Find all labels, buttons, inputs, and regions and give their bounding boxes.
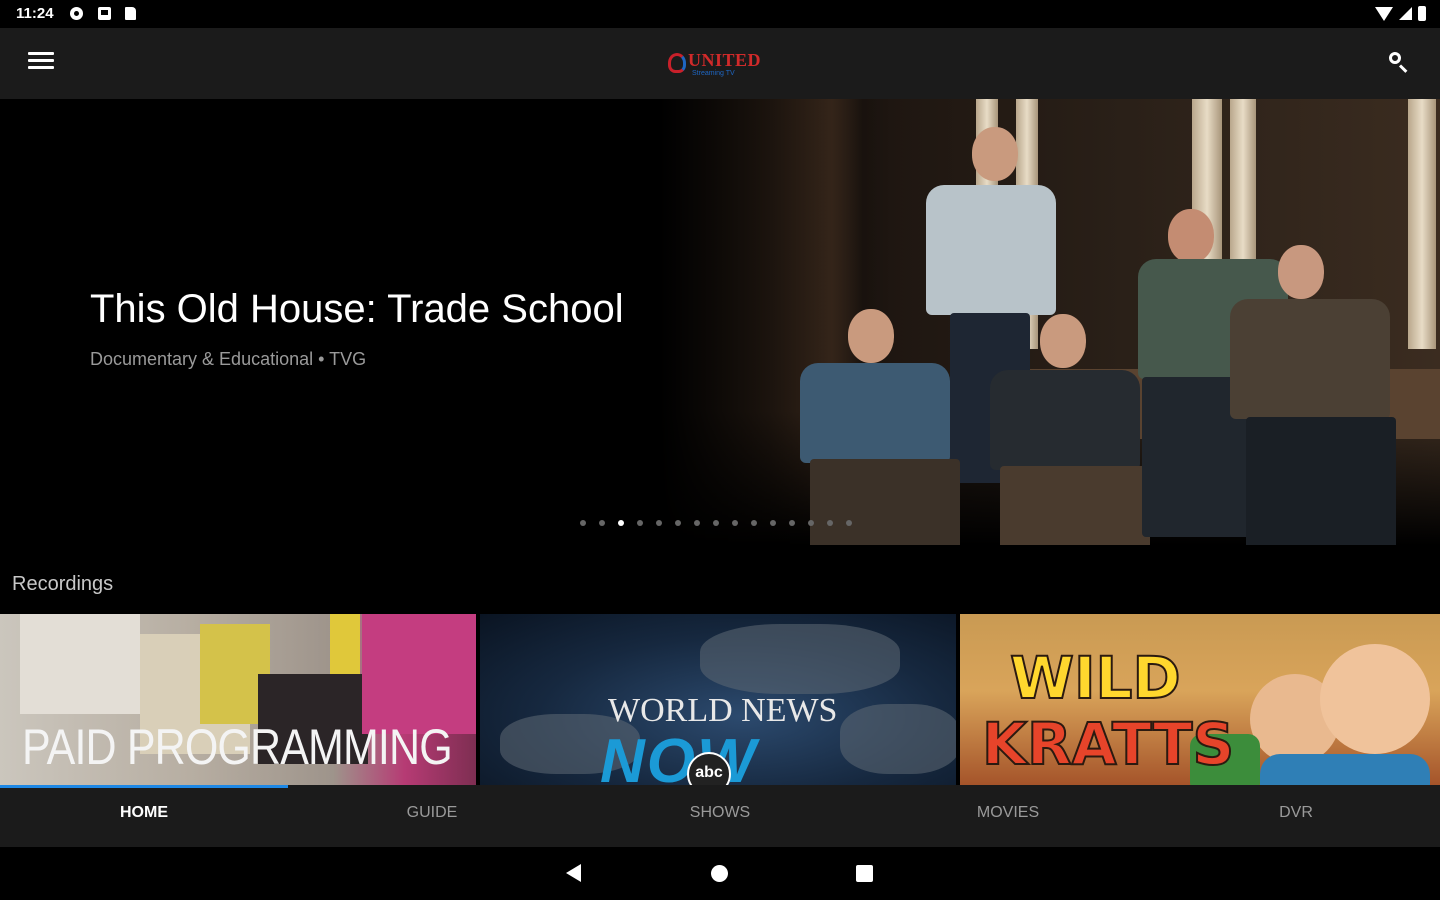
recordings-row: PAID PROGRAMMING WORLD NEWS NOW abc WILD… xyxy=(0,614,1440,785)
settings-notification-icon xyxy=(70,7,83,20)
tab-movies[interactable]: MOVIES xyxy=(864,785,1152,847)
carousel-dot[interactable] xyxy=(694,520,700,526)
hero-title: This Old House: Trade School xyxy=(90,287,624,331)
tile-title: WORLD NEWS xyxy=(608,692,838,729)
carousel-dot[interactable] xyxy=(637,520,643,526)
carousel-dot[interactable] xyxy=(732,520,738,526)
battery-icon xyxy=(1418,6,1426,21)
search-icon[interactable] xyxy=(1388,51,1412,75)
carousel-dot[interactable] xyxy=(751,520,757,526)
wifi-icon xyxy=(1375,6,1393,21)
hero-carousel[interactable]: This Old House: Trade School Documentary… xyxy=(0,99,1440,545)
carousel-dot[interactable] xyxy=(713,520,719,526)
recordings-label: Recordings xyxy=(12,573,114,595)
status-bar: 11:24 xyxy=(0,0,1440,28)
tile-title-line2: NOW xyxy=(600,727,758,785)
tab-guide[interactable]: GUIDE xyxy=(288,785,576,847)
carousel-indicator xyxy=(580,520,852,526)
cell-signal-icon xyxy=(1399,7,1412,20)
tab-shows[interactable]: SHOWS xyxy=(576,785,864,847)
bottom-navigation: HOME GUIDE SHOWS MOVIES DVR xyxy=(0,785,1440,847)
status-right-icons xyxy=(1375,6,1426,21)
tile-title-line2: KRATTS xyxy=(981,709,1235,779)
tile-title: PAID PROGRAMMING xyxy=(22,719,453,775)
home-circle-icon[interactable] xyxy=(711,865,728,882)
recording-tile-world-news-now[interactable]: WORLD NEWS NOW abc xyxy=(480,614,956,785)
hamburger-menu-icon[interactable] xyxy=(28,52,54,74)
carousel-dot[interactable] xyxy=(808,520,814,526)
app-bar: UNITED Streaming TV xyxy=(0,28,1440,99)
status-time: 11:24 xyxy=(16,5,54,22)
hero-image xyxy=(660,99,1440,545)
logo-tagline: Streaming TV xyxy=(692,70,735,77)
recents-square-icon[interactable] xyxy=(856,865,873,882)
carousel-dot[interactable] xyxy=(618,520,624,526)
carousel-dot[interactable] xyxy=(580,520,586,526)
carousel-dot[interactable] xyxy=(675,520,681,526)
logo-mark-icon xyxy=(668,53,686,73)
carousel-dot[interactable] xyxy=(789,520,795,526)
united-logo: UNITED Streaming TV xyxy=(668,48,768,80)
tile-title-line1: WILD xyxy=(1009,643,1182,713)
carousel-dot[interactable] xyxy=(599,520,605,526)
carousel-dot[interactable] xyxy=(846,520,852,526)
carousel-dot[interactable] xyxy=(827,520,833,526)
logo-text: UNITED xyxy=(688,50,762,70)
recording-tile-paid-programming[interactable]: PAID PROGRAMMING xyxy=(0,614,476,785)
sd-card-icon xyxy=(125,7,136,20)
carousel-dot[interactable] xyxy=(770,520,776,526)
app-notification-icon xyxy=(98,7,111,20)
hero-subtitle: Documentary & Educational • TVG xyxy=(90,349,367,369)
carousel-dot[interactable] xyxy=(656,520,662,526)
tab-dvr[interactable]: DVR xyxy=(1152,785,1440,847)
recording-tile-wild-kratts[interactable]: WILD KRATTS xyxy=(960,614,1440,785)
tab-home[interactable]: HOME xyxy=(0,785,288,847)
system-navigation-bar xyxy=(0,847,1440,900)
back-triangle-icon[interactable] xyxy=(566,864,581,882)
